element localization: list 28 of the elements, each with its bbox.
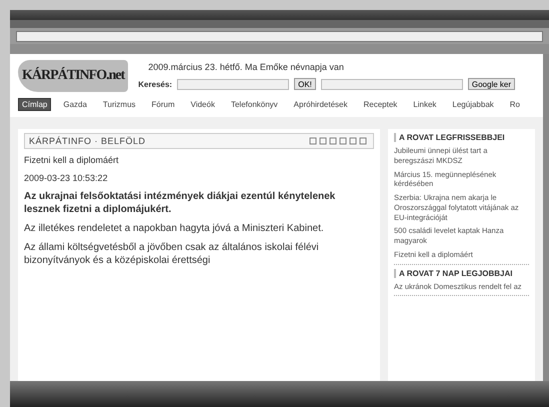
nav-tab[interactable]: Apróhirdetések [290, 98, 352, 111]
date-line: 2009.március 23. hétfő. Ma Emőke névnapja van [148, 62, 345, 72]
nav-tab[interactable]: Legújabbak [448, 98, 498, 111]
article-paragraph: Az illetékes rendeletet a napokban hagyta jóvá a Miniszteri Kabinet. [24, 222, 325, 236]
search-field[interactable] [177, 78, 290, 90]
search-label: Keresés: [138, 80, 172, 88]
address-field[interactable] [16, 30, 543, 42]
nav-tab[interactable]: Receptek [359, 98, 402, 111]
nav-tab[interactable]: Videók [186, 98, 219, 111]
nav-tab[interactable]: Gazda [59, 98, 91, 111]
article-paragraph: Az állami költségvetésből a jövőben csak az általános iskolai félévi bizonyítványok és a középiskolai érettségi [24, 241, 320, 268]
nav-tab[interactable]: Turizmus [98, 98, 140, 111]
article-timestamp: 2009-03-23 10:53:22 [24, 172, 109, 184]
breadcrumb: KÁRPÁTINFO · BELFÖLD [29, 136, 146, 146]
nav-tab[interactable]: Telefonkönyv [226, 98, 282, 111]
nav-tab[interactable]: Linkek [409, 98, 440, 111]
article-title: Fizetni kell a diplomáért [24, 155, 120, 167]
nav-tab[interactable]: Címlap [18, 98, 52, 111]
site-logo[interactable]: KÁRPÁTINFO.net [18, 60, 128, 92]
nav-tab[interactable]: Ro [506, 98, 524, 111]
article-lead: Az ukrajnai felsőoktatási intézmények diákjai ezentúl kénytelenek lesznek fizetni a diplomájukért. [24, 190, 336, 216]
article-tools-icon[interactable] [309, 137, 369, 145]
google-search-field[interactable] [320, 78, 463, 90]
ok-button[interactable]: OK! [294, 78, 316, 90]
nav-tab[interactable]: Fórum [148, 98, 179, 111]
sidebar-heading: A ROVAT 7 NAP LEGJOBBJAI [394, 268, 529, 278]
sidebar-heading: A ROVAT LEGFRISSEBBJEI [394, 133, 529, 142]
google-search-button[interactable]: Google ker [468, 78, 516, 90]
